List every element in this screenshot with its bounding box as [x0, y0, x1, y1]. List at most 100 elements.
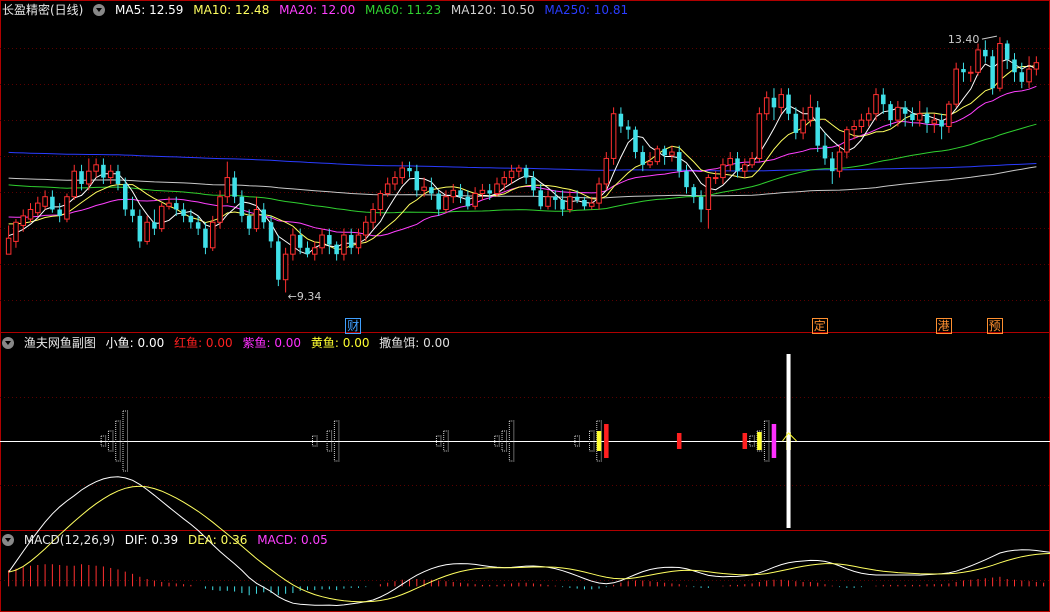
- candle-body-up: [946, 103, 952, 128]
- candle-body-down: [348, 235, 354, 248]
- candle-body-up: [756, 113, 763, 159]
- candle-body-up: [742, 164, 748, 172]
- candle-body-down: [633, 129, 638, 153]
- candle-body-up: [166, 202, 172, 207]
- candle-body-down: [458, 190, 463, 197]
- candle-body-down: [79, 171, 84, 184]
- candle-body-down: [676, 152, 682, 172]
- fish-bar: [771, 424, 777, 458]
- candle-body-up: [851, 126, 857, 131]
- ma120-value: MA120: 10.50: [450, 3, 535, 17]
- candle-body-up: [844, 129, 850, 153]
- candle-body-up: [312, 247, 318, 255]
- candle-body-down: [334, 244, 339, 255]
- candle-body-up: [290, 234, 296, 255]
- candle-body-up: [967, 71, 974, 74]
- candle-body-down: [910, 113, 915, 121]
- candle-body-up: [209, 221, 216, 249]
- stock-chart-window[interactable]: 长盈精密(日线) MA5: 12.59 MA10: 12.48 MA20: 12…: [0, 0, 1050, 612]
- candle-body-up: [931, 119, 938, 124]
- candle-body-down: [582, 199, 587, 207]
- candle-body-down: [1019, 72, 1025, 82]
- candle-body-up: [35, 202, 41, 214]
- candle-body-up: [86, 170, 92, 185]
- high-price-label: 13.40: [947, 33, 980, 47]
- candle-body-up: [603, 157, 610, 185]
- candle-body-up: [370, 208, 376, 223]
- candle-body-up: [953, 68, 959, 105]
- candle-body-down: [560, 199, 565, 210]
- low-price-label: ←9.34: [287, 290, 322, 304]
- candle-body-down: [414, 171, 420, 191]
- candle-body-down: [961, 69, 966, 73]
- candle-body-up: [93, 164, 99, 172]
- candle-body-down: [152, 222, 157, 229]
- chart-canvas[interactable]: [0, 0, 1050, 612]
- candle-body-down: [276, 241, 281, 280]
- fish-bar: [676, 433, 682, 449]
- ma60-value: MA60: 11.23: [365, 3, 442, 17]
- candle-body-up: [341, 234, 347, 255]
- dropdown-toggle-icon[interactable]: [93, 4, 106, 16]
- candle-body-up: [20, 215, 26, 226]
- candle-body-down: [1004, 43, 1010, 60]
- ma250-value: MA250: 10.81: [544, 3, 629, 17]
- candle-body-up: [253, 208, 260, 230]
- candle-body-down: [983, 49, 988, 57]
- candle-body-down: [881, 94, 886, 105]
- candle-body-up: [654, 148, 661, 163]
- candle-body-up: [873, 94, 879, 115]
- fish-bar: [596, 431, 602, 451]
- candle-body-down: [407, 168, 412, 172]
- candle-body-up: [392, 177, 398, 185]
- candle-body-down: [115, 171, 121, 184]
- event-marker-111[interactable]: 定: [811, 318, 828, 334]
- macd-title: MACD(12,26,9): [23, 533, 115, 547]
- candle-body-up: [836, 151, 843, 172]
- candle-body-down: [640, 152, 646, 165]
- dif-value: DIF: 0.39: [124, 533, 179, 547]
- fish-bar: [757, 432, 762, 450]
- candle-body-down: [305, 247, 310, 255]
- ma250-line: [8, 151, 1037, 172]
- candle-body-up: [319, 234, 325, 249]
- candle-body-up: [224, 177, 231, 198]
- candle-body-up: [749, 157, 755, 166]
- candle-body-up: [501, 177, 508, 185]
- candle-body-down: [1012, 59, 1017, 73]
- candle-body-up: [71, 170, 78, 198]
- event-marker-128[interactable]: 港: [935, 318, 952, 334]
- candle-body-up: [975, 49, 981, 73]
- candle-body-up: [421, 186, 427, 191]
- candle-body-up: [144, 221, 150, 242]
- candle-body-down: [902, 107, 908, 114]
- candle-body-up: [647, 161, 653, 166]
- event-marker-47[interactable]: 财: [345, 318, 362, 334]
- candle-body-up: [720, 164, 726, 179]
- chart-border: [0, 0, 1050, 612]
- candle-body-up: [712, 177, 719, 180]
- candle-body-down: [793, 113, 799, 133]
- event-marker-135[interactable]: 预: [986, 318, 1003, 334]
- candle-body-down: [195, 222, 201, 229]
- fish-bar: [604, 424, 609, 458]
- huangyu-value: 黄鱼: 0.00: [310, 336, 370, 350]
- candle-body-up: [610, 113, 617, 159]
- candle-body-down: [188, 215, 194, 223]
- candle-body-up: [27, 208, 34, 220]
- candle-body-up: [727, 157, 733, 166]
- candle-body-up: [472, 193, 478, 207]
- candle-body-up: [64, 196, 70, 220]
- candle-body-up: [363, 221, 369, 236]
- candle-body-up: [588, 202, 595, 207]
- high-arrow-icon: [981, 35, 998, 40]
- candle-body-down: [57, 209, 62, 216]
- dropdown-toggle-icon[interactable]: [2, 534, 14, 546]
- macd-header: MACD(12,26,9) DIF: 0.39 DEA: 0.36 MACD: …: [2, 532, 334, 548]
- candle-body-up: [865, 113, 872, 121]
- candle-body-down: [174, 203, 179, 210]
- candle-body-down: [523, 168, 529, 178]
- dropdown-toggle-icon[interactable]: [2, 337, 14, 349]
- ma5-value: MA5: 12.59: [115, 3, 184, 17]
- candle-body-up: [282, 253, 289, 281]
